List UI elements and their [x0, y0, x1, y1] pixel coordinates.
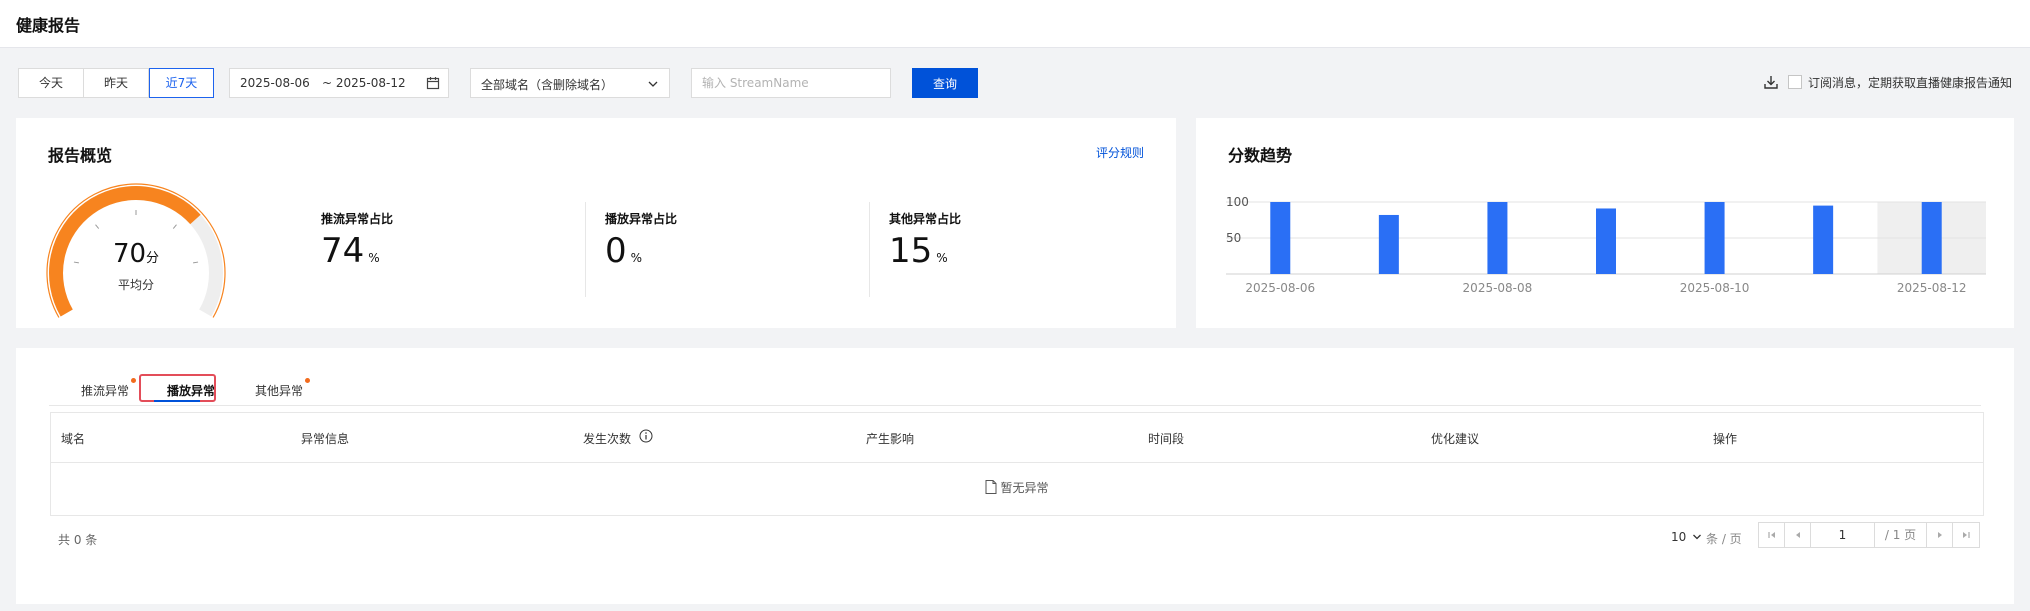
date-end: ~ 2025-08-12 — [322, 76, 406, 90]
tab-other-exception[interactable]: 其他异常 — [255, 378, 311, 399]
alert-dot — [305, 378, 311, 383]
y-tick-label: 50 — [1226, 231, 1241, 245]
date-range-segmented: 今天 昨天 近7天 — [18, 68, 214, 98]
download-icon[interactable] — [1763, 74, 1779, 90]
empty-state: 暂无异常 — [51, 479, 1983, 496]
gauge-tick — [172, 224, 177, 229]
tab-push-exception[interactable]: 推流异常 — [81, 378, 137, 399]
domain-select-value: 全部域名（含删除域名） — [481, 78, 614, 92]
last-page-button[interactable] — [1953, 523, 1979, 547]
prev-page-button[interactable] — [1785, 523, 1811, 547]
divider — [585, 202, 586, 297]
tab-label: 其他异常 — [255, 384, 304, 398]
metric-unit: % — [630, 251, 643, 265]
x-tick-label: 2025-08-10 — [1680, 281, 1750, 295]
report-overview-card: 报告概览 评分规则 70分 平均分 推流异常占比 74% 播放异常占比 0% 其… — [16, 118, 1176, 328]
average-score: 70分 — [46, 239, 226, 269]
page-size-value: 10 — [1671, 530, 1687, 544]
bar — [1704, 202, 1725, 274]
next-page-icon — [1937, 532, 1942, 538]
score-trend-chart: 100 50 2025-08-06 2025-08-08 2025-08-10 2025-… — [1226, 195, 1986, 295]
next-page-button[interactable] — [1927, 523, 1953, 547]
column-header: 操作 — [1713, 432, 1738, 446]
metric-label: 播放异常占比 — [605, 212, 678, 226]
empty-file-icon — [985, 480, 997, 494]
prev-page-icon — [1795, 532, 1800, 538]
subscribe-checkbox[interactable] — [1788, 75, 1802, 89]
alert-dot — [131, 378, 137, 383]
column-header: 优化建议 — [1431, 432, 1480, 446]
score-unit: 分 — [146, 251, 160, 266]
x-tick-label: 2025-08-06 — [1245, 281, 1315, 295]
metric-value: 15 — [889, 231, 933, 271]
metric-other-exception: 其他异常占比 15% — [889, 210, 961, 271]
range-yesterday[interactable]: 昨天 — [84, 69, 149, 97]
metric-label: 推流异常占比 — [321, 212, 394, 226]
pagination: 1 / 1 页 — [1758, 522, 1980, 548]
active-tab-underline — [154, 400, 200, 402]
active-tab-highlight — [139, 374, 216, 402]
date-range-picker[interactable]: 2025-08-06 ~ 2025-08-12 — [229, 68, 449, 98]
gauge-tick — [95, 224, 100, 229]
x-tick-label: 2025-08-08 — [1463, 281, 1533, 295]
range-today[interactable]: 今天 — [19, 69, 84, 97]
info-icon[interactable] — [639, 429, 653, 443]
score-value: 70 — [112, 239, 147, 269]
metric-value: 0 — [605, 231, 627, 271]
page-number-input[interactable]: 1 — [1811, 523, 1875, 547]
score-gauge: 70分 平均分 — [46, 173, 226, 333]
chevron-down-icon — [1693, 534, 1702, 540]
per-page-label: 条 / 页 — [1706, 532, 1742, 546]
score-rules-link[interactable]: 评分规则 — [1096, 144, 1144, 161]
x-tick-label: 2025-08-12 — [1897, 281, 1967, 295]
range-last-7-days[interactable]: 近7天 — [149, 68, 214, 98]
metric-push-exception: 推流异常占比 74% — [321, 210, 393, 271]
empty-text: 暂无异常 — [1000, 481, 1049, 495]
stream-name-input[interactable] — [691, 68, 891, 98]
table-header: 域名 异常信息 发生次数 产生影响 时间段 优化建议 操作 — [51, 413, 1983, 463]
bar — [1921, 202, 1942, 274]
tab-label: 推流异常 — [81, 384, 130, 398]
subscribe-label: 订阅消息，定期获取直播健康报告通知 — [1808, 76, 2013, 90]
exception-table: 域名 异常信息 发生次数 产生影响 时间段 优化建议 操作 暂无异常 — [50, 412, 1984, 516]
average-score-label: 平均分 — [117, 278, 154, 292]
first-page-button[interactable] — [1759, 523, 1785, 547]
last-page-icon — [1963, 532, 1970, 538]
metric-play-exception: 播放异常占比 0% — [605, 210, 677, 271]
column-header: 异常信息 — [301, 432, 350, 446]
overview-title: 报告概览 — [48, 146, 113, 165]
column-header: 产生影响 — [866, 432, 915, 446]
column-header: 域名 — [61, 432, 86, 446]
column-header: 发生次数 — [583, 432, 632, 446]
metric-unit: % — [936, 251, 948, 265]
query-button[interactable]: 查询 — [912, 68, 978, 98]
metric-unit: % — [368, 251, 380, 265]
bar — [1813, 205, 1834, 274]
page-header: 健康报告 — [0, 0, 2030, 48]
metric-label: 其他异常占比 — [889, 212, 962, 226]
metric-value: 74 — [321, 231, 365, 271]
bar — [1487, 202, 1508, 274]
calendar-icon — [426, 77, 440, 90]
bar — [1596, 208, 1616, 274]
bar — [1378, 214, 1399, 274]
total-pages: / 1 页 — [1875, 523, 1927, 547]
chevron-down-icon — [648, 81, 658, 87]
page-size-select[interactable]: 10 — [1671, 530, 1702, 544]
domain-select[interactable]: 全部域名（含删除域名） — [470, 68, 670, 98]
date-start: 2025-08-06 — [240, 76, 310, 90]
score-trend-card: 分数趋势 100 50 2025-08-06 2025-08-08 2025-08-10… — [1196, 118, 2014, 328]
page-title: 健康报告 — [16, 16, 81, 35]
y-tick-label: 100 — [1226, 195, 1249, 209]
first-page-icon — [1767, 532, 1775, 538]
bar — [1270, 202, 1291, 274]
divider — [869, 202, 870, 297]
exception-tabs: 推流异常 播放异常 其他异常 — [49, 376, 1981, 406]
exception-table-card: 推流异常 播放异常 其他异常 域名 异常信息 发生次数 产生影响 时间段 优化建… — [16, 348, 2014, 604]
column-header: 时间段 — [1148, 432, 1185, 446]
total-count: 共 0 条 — [58, 533, 98, 547]
